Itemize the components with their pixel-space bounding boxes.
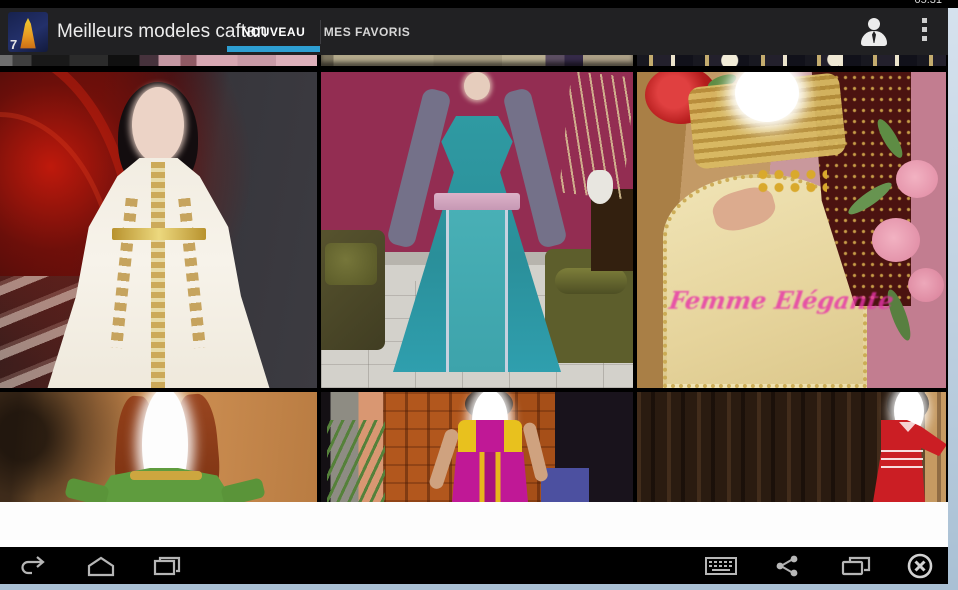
- caftan-photo-4[interactable]: [0, 392, 317, 502]
- blurred-face-art: [132, 87, 184, 163]
- plant-art: [327, 420, 385, 502]
- profile-icon[interactable]: [858, 16, 890, 48]
- action-bar: 7 Meilleurs modeles caftan NOUVEAU MES F…: [0, 8, 948, 55]
- home-icon[interactable]: [84, 552, 118, 579]
- caftan-photo-5[interactable]: [321, 392, 633, 502]
- yellow-bodice-art: [458, 420, 522, 456]
- app-icon-numeral: 7: [10, 37, 17, 52]
- recents-icon[interactable]: [150, 552, 184, 579]
- pink-belt-art: [434, 193, 520, 210]
- photo-grid: Femme Elégante: [0, 55, 948, 547]
- status-bar: 05:31: [0, 0, 958, 8]
- share-icon[interactable]: [770, 552, 804, 579]
- front-panel-art: [446, 204, 508, 372]
- photo-sliver-1[interactable]: [0, 55, 317, 66]
- vase-art: [587, 170, 613, 204]
- overflow-menu-icon[interactable]: [922, 18, 928, 46]
- photo-watermark: Femme Elégante: [637, 286, 928, 315]
- keyboard-icon[interactable]: [704, 552, 738, 579]
- tab-nouveau-label: NOUVEAU: [242, 25, 306, 39]
- emulator-window-frame: 7 Meilleurs modeles caftan NOUVEAU MES F…: [0, 0, 958, 590]
- cushion-art: [325, 243, 377, 285]
- status-bar-time: 05:31: [914, 0, 942, 7]
- magenta-caftan-art: [452, 452, 528, 502]
- caftan-app-icon: 7: [8, 12, 48, 52]
- photo-sliver-3[interactable]: [637, 55, 946, 66]
- sleeve-art: [220, 477, 266, 502]
- content-gap: [0, 502, 948, 547]
- tablet-screen: 7 Meilleurs modeles caftan NOUVEAU MES F…: [0, 0, 948, 584]
- gold-coins-art: [755, 168, 827, 195]
- bolster-cushion-art: [555, 268, 627, 294]
- gold-collar-art: [130, 471, 202, 480]
- pink-rose-art: [896, 160, 938, 198]
- blurred-face-art: [464, 72, 490, 100]
- sleeve-art: [64, 477, 110, 502]
- tab-nouveau[interactable]: NOUVEAU: [227, 8, 320, 55]
- caftan-photo-3[interactable]: Femme Elégante: [637, 72, 946, 388]
- blue-object-art: [541, 468, 589, 502]
- windows-icon[interactable]: [839, 552, 873, 579]
- caftan-photo-2[interactable]: [321, 72, 633, 388]
- white-trim-art: [881, 450, 923, 468]
- close-icon[interactable]: [903, 552, 937, 579]
- app-icon-gown-art: [16, 18, 40, 50]
- photo-sliver-2[interactable]: [321, 55, 633, 66]
- pink-rose-art: [872, 218, 920, 262]
- caftan-photo-6[interactable]: [637, 392, 946, 502]
- tab-mes-favoris[interactable]: MES FAVORIS: [321, 8, 413, 55]
- gold-belt-art: [112, 228, 206, 240]
- back-icon[interactable]: [16, 552, 50, 579]
- caftan-photo-1[interactable]: [0, 72, 317, 388]
- tab-mes-favoris-label: MES FAVORIS: [324, 25, 411, 39]
- profile-icon-head: [868, 18, 880, 30]
- gold-trim-art: [151, 162, 165, 388]
- system-nav-bar: [0, 547, 948, 584]
